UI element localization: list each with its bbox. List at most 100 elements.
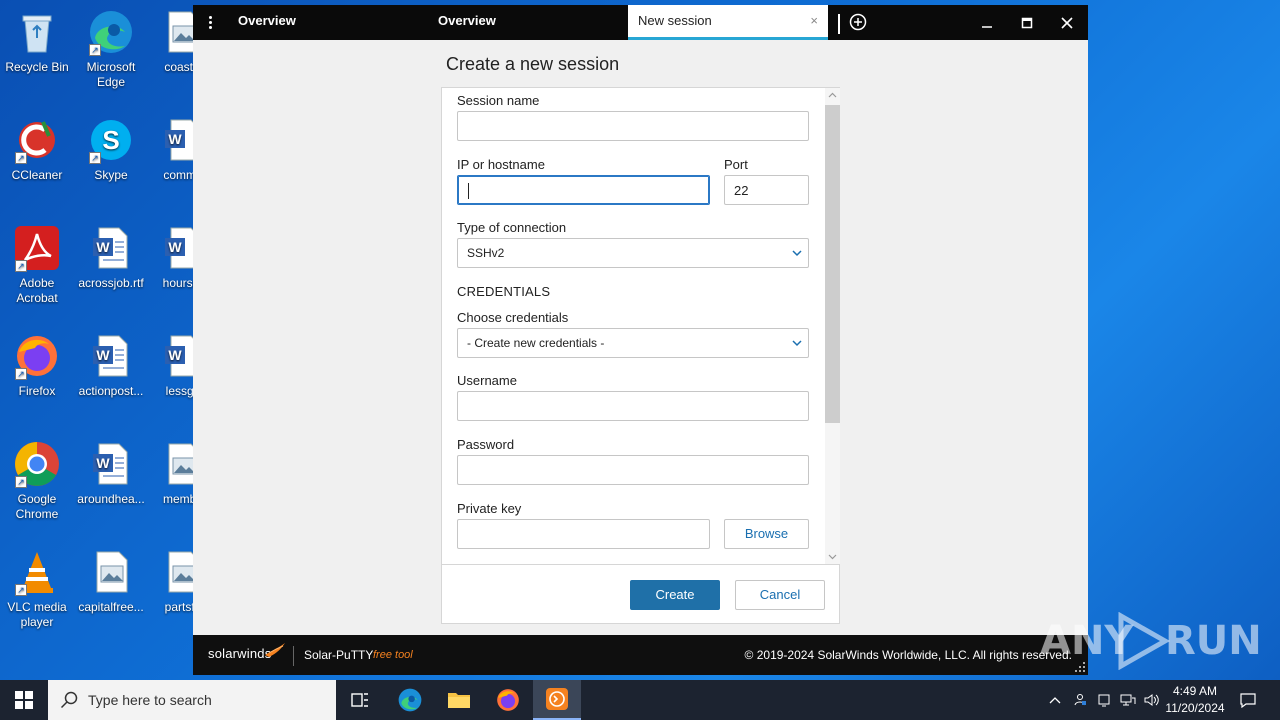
desktop-icon-capitalfree[interactable]: capitalfree... [74, 548, 148, 615]
taskbar: Type here to search 4:49 AM 11/20/2024 [0, 680, 1280, 720]
tab-overview-2[interactable]: Overview [428, 5, 618, 40]
chrome-icon: ↗ [13, 440, 61, 488]
action-center-button[interactable] [1235, 680, 1261, 720]
host-input[interactable] [457, 175, 710, 205]
desktop-icon-google-chrome[interactable]: ↗ Google Chrome [0, 440, 74, 522]
connection-type-value: SSHv2 [467, 246, 505, 260]
close-tab-icon[interactable]: × [810, 5, 818, 37]
scroll-thumb[interactable] [825, 105, 840, 423]
word-document-icon: W [87, 440, 135, 488]
desktop-icon-label: Firefox [18, 384, 56, 398]
desktop-icon-label: Skype [94, 168, 128, 182]
desktop-icon-label: Microsoft Edge [86, 60, 136, 89]
desktop-icon-adobe-acrobat[interactable]: ↗ Adobe Acrobat [0, 224, 74, 306]
scroll-down-icon[interactable] [825, 550, 840, 564]
close-icon [1061, 16, 1073, 29]
taskbar-firefox[interactable] [484, 680, 532, 720]
clock-time: 4:49 AM [1172, 684, 1218, 698]
taskbar-edge[interactable] [386, 680, 434, 720]
shortcut-arrow-icon: ↗ [15, 476, 27, 488]
desktop-icon-aroundhea[interactable]: W aroundhea... [74, 440, 148, 507]
form-scrollbar[interactable] [825, 88, 840, 564]
close-window-button[interactable] [1047, 5, 1087, 40]
text-caret [468, 183, 469, 199]
desktop-icon-acrossjob[interactable]: W acrossjob.rtf [74, 224, 148, 291]
credentials-section-header: CREDENTIALS [457, 284, 551, 299]
edge-icon [398, 688, 422, 712]
copyright-text: © 2019-2024 SolarWinds Worldwide, LLC. A… [744, 648, 1072, 662]
device-icon [1098, 694, 1110, 707]
taskbar-search-box[interactable]: Type here to search [48, 680, 336, 720]
svg-text:S: S [102, 125, 119, 155]
password-input[interactable] [457, 455, 809, 485]
form-footer: Create Cancel [442, 564, 839, 623]
task-view-button[interactable] [336, 680, 384, 720]
choose-credentials-select[interactable]: - Create new credentials - [457, 328, 809, 358]
start-button[interactable] [0, 680, 48, 720]
tab-new-session[interactable]: New session × [628, 5, 828, 40]
tray-volume[interactable] [1142, 680, 1162, 720]
desktop-icon-label: Adobe Acrobat [16, 276, 58, 305]
tray-network-share[interactable] [1070, 680, 1090, 720]
search-placeholder: Type here to search [88, 692, 212, 708]
username-input[interactable] [457, 391, 809, 421]
browse-button[interactable]: Browse [724, 519, 809, 549]
port-input[interactable] [724, 175, 809, 205]
play-logo-icon [1118, 612, 1171, 670]
solar-putty-icon [546, 688, 568, 710]
taskbar-file-explorer[interactable] [435, 680, 483, 720]
ccleaner-icon: ↗ [13, 116, 61, 164]
desktop-icon-skype[interactable]: S ↗ Skype [74, 116, 148, 183]
edge-icon: ↗ [87, 8, 135, 56]
anyrun-watermark: ANY RUN [1040, 612, 1262, 672]
choose-credentials-value: - Create new credentials - [467, 336, 605, 350]
desktop-icon-label: Recycle Bin [5, 60, 69, 74]
taskbar-clock[interactable]: 4:49 AM 11/20/2024 [1160, 683, 1230, 717]
desktop-icon-ccleaner[interactable]: ↗ CCleaner [0, 116, 74, 183]
word-document-icon: W [87, 224, 135, 272]
desktop-icon-label: capitalfree... [78, 600, 144, 614]
product-name: Solar-PuTTY [304, 648, 374, 662]
desktop-icon-recycle-bin[interactable]: Recycle Bin [0, 8, 74, 75]
create-button[interactable]: Create [630, 580, 720, 610]
host-label: IP or hostname [457, 157, 545, 172]
task-view-icon [351, 693, 368, 707]
desktop-icon-firefox[interactable]: ↗ Firefox [0, 332, 74, 399]
private-key-input[interactable] [457, 519, 710, 549]
desktop-icon-label: acrossjob.rtf [78, 276, 144, 290]
menu-dots-icon[interactable] [203, 14, 217, 32]
chevron-down-icon [792, 250, 802, 257]
watermark-text-run: RUN [1165, 618, 1262, 664]
cancel-button[interactable]: Cancel [735, 580, 825, 610]
tab-label: New session [638, 13, 712, 28]
solar-putty-window: Overview Overview New session × Create a… [193, 5, 1088, 675]
app-footer: solarwinds Solar-PuTTY free tool © 2019-… [193, 635, 1088, 675]
windows-logo-icon [15, 691, 33, 709]
free-tool-tag: free tool [373, 649, 413, 661]
connection-type-select[interactable]: SSHv2 [457, 238, 809, 268]
minimize-button[interactable] [967, 5, 1007, 40]
desktop-icon-label: Google Chrome [15, 492, 59, 521]
desktop-icon-vlc[interactable]: ↗ VLC media player [0, 548, 74, 630]
maximize-button[interactable] [1007, 5, 1047, 40]
form-scroll-area[interactable]: Session name IP or hostname Port Type of… [442, 88, 825, 564]
scroll-up-icon[interactable] [825, 88, 840, 102]
add-tab-icon[interactable] [849, 13, 867, 31]
session-name-input[interactable] [457, 111, 809, 141]
maximize-icon [1021, 17, 1033, 28]
svg-text:W: W [168, 239, 182, 255]
title-bar: Overview Overview New session × [193, 5, 1088, 40]
taskbar-solar-putty[interactable] [533, 680, 581, 720]
tray-network[interactable] [1118, 680, 1138, 720]
show-hidden-icons[interactable] [1046, 680, 1064, 720]
desktop-icon-actionpost[interactable]: W actionpost... [74, 332, 148, 399]
tab-overview[interactable]: Overview [228, 5, 418, 40]
svg-text:W: W [96, 347, 110, 363]
desktop-icon-label: actionpost... [78, 384, 144, 398]
tab-separator [838, 14, 840, 34]
desktop-icon-microsoft-edge[interactable]: ↗ Microsoft Edge [74, 8, 148, 90]
tray-device[interactable] [1094, 680, 1114, 720]
shortcut-arrow-icon: ↗ [15, 152, 27, 164]
shortcut-arrow-icon: ↗ [15, 584, 27, 596]
solarwinds-logo: solarwinds [208, 646, 272, 661]
